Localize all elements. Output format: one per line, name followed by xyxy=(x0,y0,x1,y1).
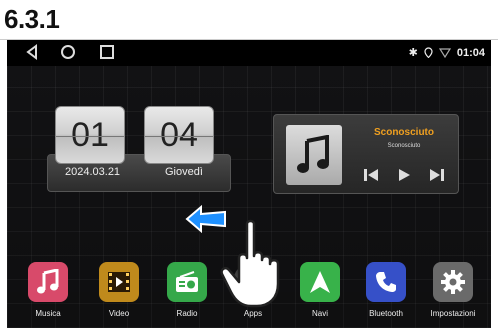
app-label: Navi xyxy=(311,309,328,318)
clock-date: 2024.03.21 xyxy=(65,166,121,178)
clock-hour-value: 01 xyxy=(71,115,109,154)
app-video[interactable]: Video xyxy=(89,262,149,318)
album-art xyxy=(286,125,342,185)
app-label: Musica xyxy=(35,309,61,318)
section-label: 6.3.1 xyxy=(0,0,498,40)
recents-icon[interactable] xyxy=(100,44,114,60)
head-unit-screen: ✱ 01:04 01 04 2024.03.21 Giovedì Sconosc… xyxy=(7,40,491,328)
clock-widget[interactable]: 01 04 2024.03.21 Giovedì xyxy=(47,106,231,192)
track-artist: Sconosciuto xyxy=(387,143,421,149)
music-icon xyxy=(28,262,68,302)
phone-icon xyxy=(366,262,406,302)
play-icon[interactable] xyxy=(396,167,412,183)
bluetooth-icon: ✱ xyxy=(408,47,418,59)
clock-hour: 01 xyxy=(55,106,125,164)
music-note-icon xyxy=(297,135,329,173)
status-indicators: ✱ 01:04 xyxy=(408,46,485,60)
clock-minute-value: 04 xyxy=(160,115,198,154)
music-widget[interactable]: Sconosciuto Sconosciuto xyxy=(273,114,459,194)
app-radio[interactable]: Radio xyxy=(157,262,217,318)
status-bar: ✱ 01:04 xyxy=(7,40,491,66)
app-navi[interactable]: Navi xyxy=(290,262,350,318)
app-label: Radio xyxy=(176,309,198,318)
previous-icon[interactable] xyxy=(362,167,380,183)
section-number: 6.3.1 xyxy=(4,4,60,34)
clock-minute: 04 xyxy=(144,106,214,164)
gear-icon xyxy=(433,262,473,302)
pointing-hand-icon xyxy=(220,219,280,308)
app-label: Bluetooth xyxy=(369,309,403,318)
navigation-icon xyxy=(300,262,340,302)
next-icon[interactable] xyxy=(428,167,446,183)
back-icon[interactable] xyxy=(25,44,39,60)
location-icon xyxy=(424,47,433,58)
track-title: Sconosciuto xyxy=(373,127,434,138)
app-label: Impostazioni xyxy=(430,309,476,318)
app-bluetooth[interactable]: Bluetooth xyxy=(356,262,416,318)
wifi-icon xyxy=(438,47,451,58)
radio-icon xyxy=(167,262,207,302)
app-impostazioni[interactable]: Impostazioni xyxy=(423,262,483,318)
film-icon xyxy=(99,262,139,302)
app-label: Video xyxy=(108,309,130,318)
app-musica[interactable]: Musica xyxy=(18,262,78,318)
status-time: 01:04 xyxy=(456,46,485,59)
home-icon[interactable] xyxy=(60,44,76,60)
clock-day: Giovedì xyxy=(165,166,203,178)
app-label: Apps xyxy=(243,309,263,318)
